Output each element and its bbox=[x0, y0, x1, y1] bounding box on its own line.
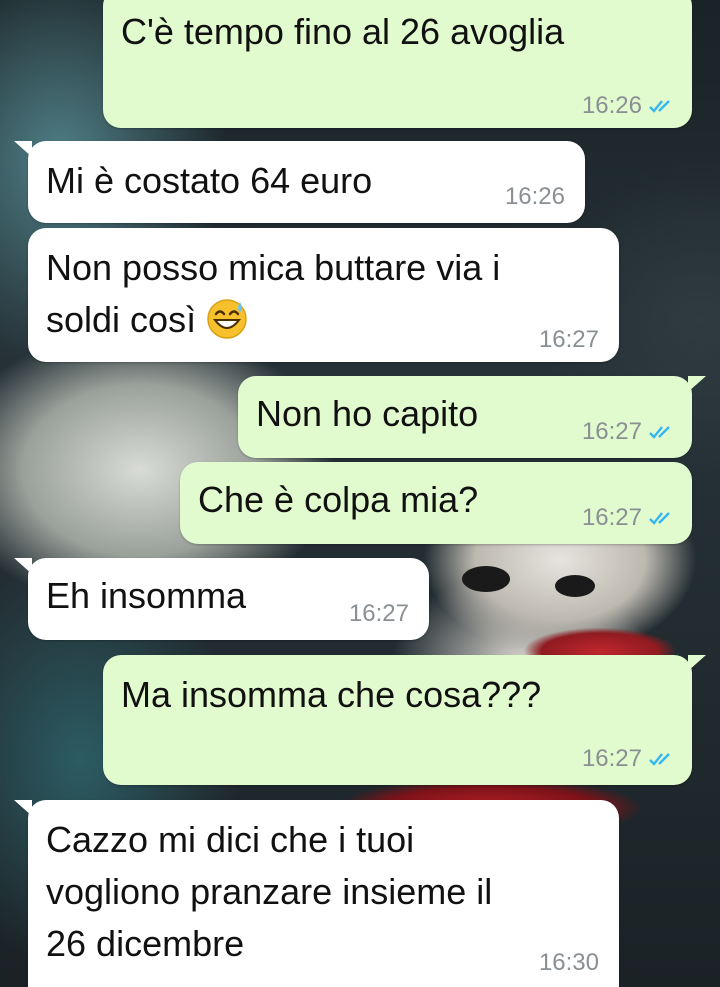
message-time: 16:30 bbox=[538, 949, 599, 976]
message-time: 16:27 bbox=[581, 745, 642, 772]
message-text: C'è tempo fino al 26 avoglia bbox=[121, 11, 565, 52]
message-time: 16:27 bbox=[538, 326, 599, 353]
message-meta: 16:26 bbox=[505, 183, 565, 211]
message-list[interactable]: C'è tempo fino al 26 avoglia 16:26 Mi è … bbox=[0, 0, 720, 987]
message-bubble-incoming[interactable]: Eh insomma 16:27 bbox=[14, 558, 429, 640]
message-bubble-outgoing[interactable]: Che è colpa mia? 16:27 bbox=[180, 462, 692, 544]
message-meta: 16:26 bbox=[582, 92, 676, 120]
message-time: 16:26 bbox=[504, 183, 565, 210]
message-bubble-incoming[interactable]: Non posso mica buttare via i soldi così … bbox=[28, 228, 619, 362]
message-meta: 16:27 bbox=[349, 600, 409, 628]
message-bubble-incoming[interactable]: Mi è costato 64 euro 16:26 bbox=[14, 141, 585, 223]
message-time: 16:27 bbox=[581, 418, 642, 445]
message-text-content: Non posso mica buttare via i soldi così bbox=[46, 247, 501, 340]
message-text: Ma insomma che cosa??? bbox=[121, 674, 542, 715]
message-time: 16:27 bbox=[348, 600, 409, 627]
message-text: Mi è costato 64 euro bbox=[46, 160, 373, 201]
read-ticks-icon bbox=[648, 751, 676, 767]
read-ticks-icon bbox=[648, 98, 676, 114]
read-ticks-icon bbox=[648, 424, 676, 440]
message-meta: 16:27 bbox=[539, 326, 599, 354]
grinning-face-with-sweat-icon bbox=[206, 298, 248, 340]
message-meta: 16:27 bbox=[582, 504, 676, 532]
message-time: 16:26 bbox=[581, 92, 642, 119]
message-bubble-outgoing[interactable]: Ma insomma che cosa??? 16:27 bbox=[103, 655, 706, 785]
read-ticks-icon bbox=[648, 510, 676, 526]
message-bubble-incoming[interactable]: Cazzo mi dici che i tuoi vogliono pranza… bbox=[14, 800, 619, 987]
message-meta: 16:27 bbox=[582, 418, 676, 446]
message-bubble-outgoing[interactable]: C'è tempo fino al 26 avoglia 16:26 bbox=[103, 0, 692, 128]
message-text: Non posso mica buttare via i soldi così bbox=[46, 242, 601, 346]
message-bubble-outgoing[interactable]: Non ho capito 16:27 bbox=[238, 376, 706, 458]
message-meta: 16:27 bbox=[582, 745, 676, 773]
message-text: Cazzo mi dici che i tuoi vogliono pranza… bbox=[46, 819, 493, 964]
message-time: 16:27 bbox=[581, 504, 642, 531]
message-meta: 16:30 bbox=[539, 949, 599, 977]
